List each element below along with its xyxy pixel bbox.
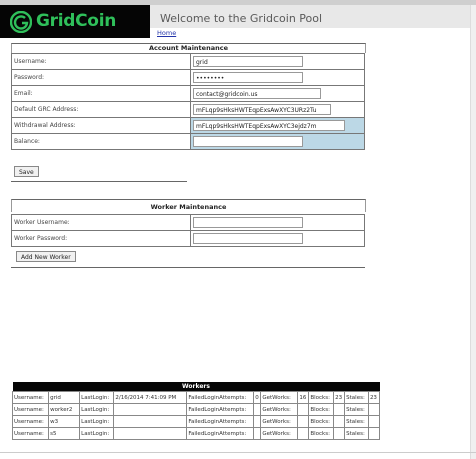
form-row-withdrawal-address: Withdrawal Address: mFLqp9sHksHWTEqpExsA…	[11, 117, 365, 134]
failed-cell	[253, 427, 262, 440]
worker-section-header: Worker Maintenance	[11, 199, 366, 212]
divider	[11, 181, 187, 182]
cell-label: Stales:	[344, 427, 369, 440]
page-title: Welcome to the Gridcoin Pool	[160, 12, 323, 25]
form-row-password: Password: ••••••••	[11, 69, 365, 86]
worker-form: Worker Username: Worker Password:	[11, 214, 365, 247]
table-row: Username: grid LastLogin: 2/16/2014 7:41…	[11, 391, 381, 404]
getworks-cell	[297, 427, 310, 440]
cell-label: Username:	[11, 403, 50, 416]
add-worker-button[interactable]: Add New Worker	[16, 251, 76, 262]
form-row-worker-password: Worker Password:	[11, 230, 365, 247]
getworks-cell: 16	[297, 391, 310, 404]
stales-cell	[367, 403, 381, 416]
table-row: Username: worker2 LastLogin: FailedLogin…	[11, 403, 381, 416]
form-row-username: Username: grid	[11, 53, 365, 70]
workers-table: Workers Username: grid LastLogin: 2/16/2…	[11, 382, 381, 440]
lastlogin-cell: 2/16/2014 7:41:09 PM	[113, 391, 188, 404]
cell-label: Blocks:	[308, 403, 335, 416]
workers-table-title: Workers	[12, 382, 380, 392]
email-label: Email:	[11, 85, 191, 102]
form-row-balance: Balance:	[11, 133, 365, 150]
worker-section-title: Worker Maintenance	[150, 203, 227, 211]
save-button[interactable]: Save	[14, 166, 39, 177]
worker-password-input[interactable]	[193, 233, 303, 244]
cell-label: Username:	[11, 415, 50, 428]
cell-label: Stales:	[344, 415, 369, 428]
divider	[0, 452, 476, 453]
worker-username-cell: worker2	[48, 403, 81, 416]
email-input[interactable]: contact@gridcoin.us	[193, 88, 321, 99]
worker-username-input[interactable]	[193, 217, 303, 228]
form-row-worker-username: Worker Username:	[11, 214, 365, 231]
getworks-cell	[297, 403, 310, 416]
failed-cell	[253, 403, 262, 416]
logo: GridCoin	[0, 5, 150, 38]
cell-label: GetWorks:	[260, 415, 299, 428]
worker-password-label: Worker Password:	[11, 230, 191, 247]
cell-label: Stales:	[344, 391, 369, 404]
failed-cell	[253, 415, 262, 428]
vertical-scrollbar[interactable]	[470, 5, 476, 459]
lastlogin-cell	[113, 427, 188, 440]
blocks-cell	[333, 415, 346, 428]
failed-cell: 0	[253, 391, 262, 404]
password-input[interactable]: ••••••••	[193, 72, 303, 83]
cell-label: GetWorks:	[260, 427, 299, 440]
cell-label: LastLogin:	[79, 391, 115, 404]
lastlogin-cell	[113, 403, 188, 416]
default-address-label: Default GRC Address:	[11, 101, 191, 118]
balance-label: Balance:	[11, 133, 191, 150]
worker-username-cell: grid	[48, 391, 81, 404]
cell-label: Stales:	[344, 403, 369, 416]
cell-label: GetWorks:	[260, 403, 299, 416]
cell-label: Blocks:	[308, 391, 335, 404]
cell-label: Username:	[11, 427, 50, 440]
logo-text: GridCoin	[36, 11, 117, 31]
default-address-input[interactable]: mFLqp9sHksHWTEqpExsAwXYC3URz2Tu	[193, 104, 331, 115]
cell-label: FailedLoginAttempts:	[186, 415, 255, 428]
worker-username-label: Worker Username:	[11, 214, 191, 231]
stales-cell: 23	[367, 391, 381, 404]
stales-cell	[367, 415, 381, 428]
account-section-header: Account Maintenance	[11, 43, 366, 53]
form-row-email: Email: contact@gridcoin.us	[11, 85, 365, 102]
withdrawal-address-input[interactable]: mFLqp9sHksHWTEqpExsAwXYC3ejdz7m	[193, 120, 345, 131]
cell-label: Username:	[11, 391, 50, 404]
withdrawal-address-label: Withdrawal Address:	[11, 117, 191, 134]
cell-label: FailedLoginAttempts:	[186, 391, 255, 404]
worker-username-cell: w3	[48, 415, 81, 428]
cell-label: Blocks:	[308, 427, 335, 440]
form-row-default-address: Default GRC Address: mFLqp9sHksHWTEqpExs…	[11, 101, 365, 118]
worker-username-cell: s5	[48, 427, 81, 440]
cell-label: LastLogin:	[79, 415, 115, 428]
cell-label: LastLogin:	[79, 403, 115, 416]
blocks-cell	[333, 427, 346, 440]
password-label: Password:	[11, 69, 191, 86]
cell-label: LastLogin:	[79, 427, 115, 440]
blocks-cell: 23	[333, 391, 346, 404]
table-row: Username: w3 LastLogin: FailedLoginAttem…	[11, 415, 381, 428]
account-section-title: Account Maintenance	[149, 44, 228, 52]
cell-label: FailedLoginAttempts:	[186, 427, 255, 440]
username-label: Username:	[11, 53, 191, 70]
home-link[interactable]: Home	[157, 29, 176, 37]
stales-cell	[367, 427, 381, 440]
gridcoin-logo-icon	[10, 11, 32, 33]
cell-label: Blocks:	[308, 415, 335, 428]
getworks-cell	[297, 415, 310, 428]
cell-label: GetWorks:	[260, 391, 299, 404]
blocks-cell	[333, 403, 346, 416]
balance-input[interactable]	[193, 136, 303, 147]
lastlogin-cell	[113, 415, 188, 428]
username-input[interactable]: grid	[193, 56, 303, 67]
table-row: Username: s5 LastLogin: FailedLoginAttem…	[11, 427, 381, 440]
cell-label: FailedLoginAttempts:	[186, 403, 255, 416]
account-form: Username: grid Password: •••••••• Email:…	[11, 53, 365, 150]
divider	[11, 267, 365, 268]
